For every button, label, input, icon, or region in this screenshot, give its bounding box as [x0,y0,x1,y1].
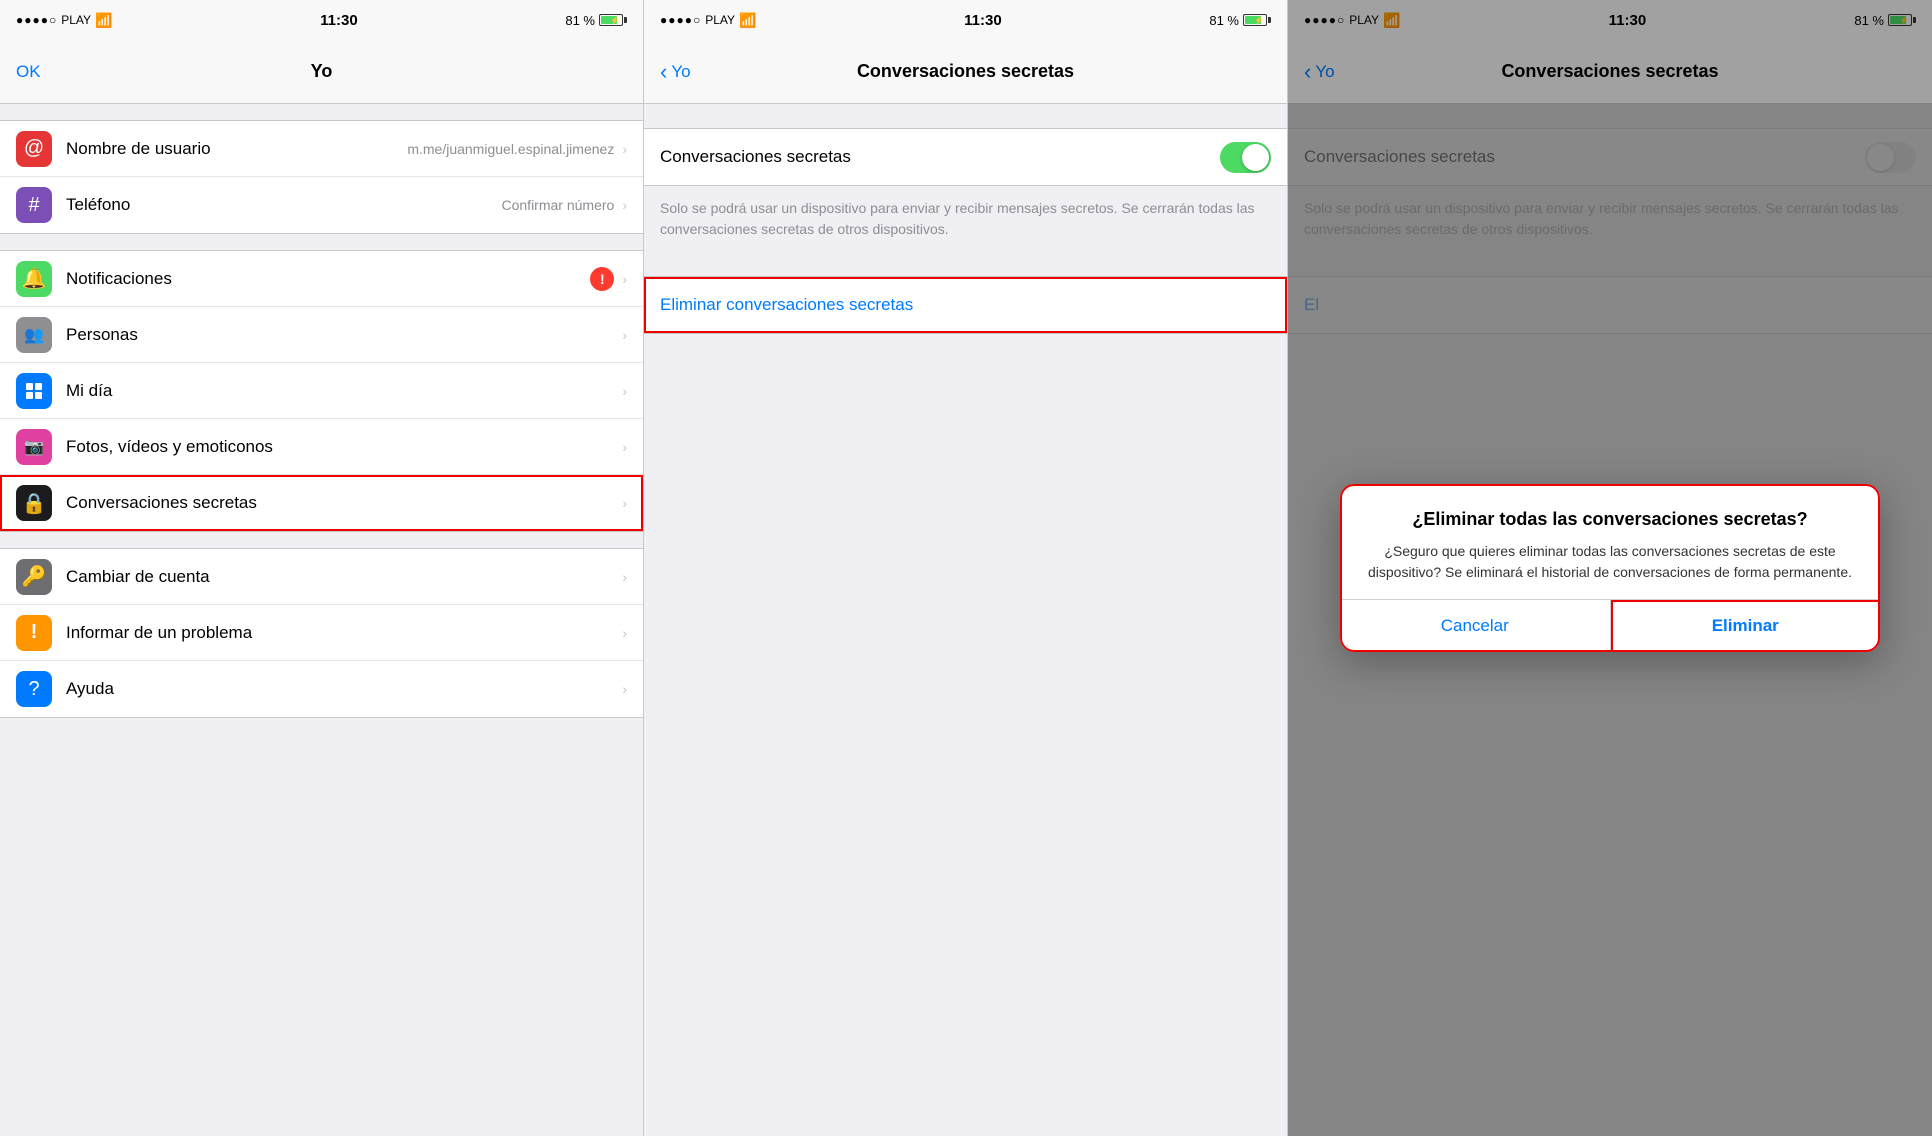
switch-account-label: Cambiar de cuenta [66,567,622,587]
settings-item-photos[interactable]: 📷 Fotos, vídeos y emoticonos › [0,419,643,475]
time-2: 11:30 [964,12,1002,29]
report-chevron: › [622,625,627,641]
status-bar-2: ●●●●○ PLAY 📶 11:30 81 % ⚡ [644,0,1287,40]
dialog-message: ¿Seguro que quieres eliminar todas las c… [1360,541,1860,583]
section-features: 🔔 Notificaciones ! › 👥 Personas › [0,250,643,532]
status-bar-1: ●●●●○ PLAY 📶 11:30 81 % ⚡ [0,0,643,40]
notifications-icon: 🔔 [16,261,52,297]
photos-icon: 📷 [16,429,52,465]
toggle-knob [1242,144,1269,171]
time-1: 11:30 [320,12,358,29]
switch-account-chevron: › [622,569,627,585]
wifi-icon-2: 📶 [739,12,756,29]
dialog-buttons: Cancelar Eliminar [1340,599,1880,652]
day-icon [16,373,52,409]
dialog-confirm-button[interactable]: Eliminar [1611,600,1881,652]
toggle-row: Conversaciones secretas [644,129,1287,185]
battery-icon-1: ⚡ [599,14,627,26]
settings-item-help[interactable]: ? Ayuda › [0,661,643,717]
report-icon: ! [16,615,52,651]
status-left-1: ●●●●○ PLAY 📶 [16,12,112,29]
battery-pct-1: 81 % [565,13,595,28]
settings-item-switch-account[interactable]: 🔑 Cambiar de cuenta › [0,549,643,605]
settings-item-username[interactable]: @ Nombre de usuario m.me/juanmiguel.espi… [0,121,643,177]
people-icon: 👥 [16,317,52,353]
secret-label: Conversaciones secretas [66,493,622,513]
phone-chevron: › [622,197,627,213]
status-right-2: 81 % ⚡ [1209,13,1271,28]
ok-button[interactable]: OK [16,62,41,82]
wifi-icon-1: 📶 [95,12,112,29]
section-account: @ Nombre de usuario m.me/juanmiguel.espi… [0,120,643,234]
panel-3: ●●●●○ PLAY 📶 11:30 81 % ⚡ ‹ Yo Conversac… [1288,0,1932,1136]
notification-badge: ! [590,267,614,291]
panel-1: ●●●●○ PLAY 📶 11:30 81 % ⚡ OK Yo @ [0,0,644,1136]
carrier-1: PLAY [61,13,91,27]
back-arrow-2: ‹ [660,59,667,85]
nav-bar-1: OK Yo [0,40,643,104]
help-icon: ? [16,671,52,707]
settings-item-notifications[interactable]: 🔔 Notificaciones ! › [0,251,643,307]
people-label: Personas [66,325,622,345]
help-label: Ayuda [66,679,622,699]
battery-pct-2: 81 % [1209,13,1239,28]
photos-chevron: › [622,439,627,455]
secret-chevron: › [622,495,627,511]
signal-dots-2: ●●●●○ [660,13,701,27]
dialog-body: ¿Eliminar todas las conversaciones secre… [1340,484,1880,599]
username-value: m.me/juanmiguel.espinal.jimenez [407,141,614,157]
secret-settings-section: Conversaciones secretas Solo se podrá us… [644,128,1287,334]
content-2: Conversaciones secretas Solo se podrá us… [644,104,1287,1136]
settings-item-people[interactable]: 👥 Personas › [0,307,643,363]
page-title-2: Conversaciones secretas [857,61,1074,82]
notifications-label: Notificaciones [66,269,590,289]
secret-icon: 🔒 [16,485,52,521]
section-mgmt: 🔑 Cambiar de cuenta › ! Informar de un p… [0,548,643,718]
status-right-1: 81 % ⚡ [565,13,627,28]
settings-item-report[interactable]: ! Informar de un problema › [0,605,643,661]
day-label: Mi día [66,381,622,401]
phone-label: Teléfono [66,195,502,215]
toggle-description: Solo se podrá usar un dispositivo para e… [644,186,1287,252]
dialog-title: ¿Eliminar todas las conversaciones secre… [1360,508,1860,531]
dialog-overlay: ¿Eliminar todas las conversaciones secre… [1288,0,1932,1136]
secret-toggle[interactable] [1220,142,1271,173]
help-chevron: › [622,681,627,697]
phone-icon: # [16,187,52,223]
toggle-section: Conversaciones secretas [644,128,1287,186]
toggle-label: Conversaciones secretas [660,147,1220,167]
confirm-dialog: ¿Eliminar todas las conversaciones secre… [1340,484,1880,652]
settings-item-phone[interactable]: # Teléfono Confirmar número › [0,177,643,233]
settings-item-secret[interactable]: 🔒 Conversaciones secretas › [0,475,643,531]
username-chevron: › [622,141,627,157]
content-1: @ Nombre de usuario m.me/juanmiguel.espi… [0,104,643,1136]
username-label: Nombre de usuario [66,139,407,159]
delete-secret-button[interactable]: Eliminar conversaciones secretas [644,277,1287,333]
delete-secret-label: Eliminar conversaciones secretas [660,295,1271,315]
battery-icon-2: ⚡ [1243,14,1271,26]
username-icon: @ [16,131,52,167]
page-title-1: Yo [311,61,333,82]
dialog-cancel-button[interactable]: Cancelar [1340,600,1611,652]
carrier-2: PLAY [705,13,735,27]
people-chevron: › [622,327,627,343]
action-section: Eliminar conversaciones secretas [644,276,1287,334]
back-button-2[interactable]: ‹ Yo [660,59,691,85]
back-label-2: Yo [671,62,690,82]
nav-bar-2: ‹ Yo Conversaciones secretas [644,40,1287,104]
day-chevron: › [622,383,627,399]
status-left-2: ●●●●○ PLAY 📶 [660,12,756,29]
phone-value: Confirmar número [502,197,615,213]
notifications-chevron: › [622,271,627,287]
photos-label: Fotos, vídeos y emoticonos [66,437,622,457]
settings-item-day[interactable]: Mi día › [0,363,643,419]
switch-account-icon: 🔑 [16,559,52,595]
panel-2: ●●●●○ PLAY 📶 11:30 81 % ⚡ ‹ Yo Conversac… [644,0,1288,1136]
signal-dots-1: ●●●●○ [16,13,57,27]
report-label: Informar de un problema [66,623,622,643]
